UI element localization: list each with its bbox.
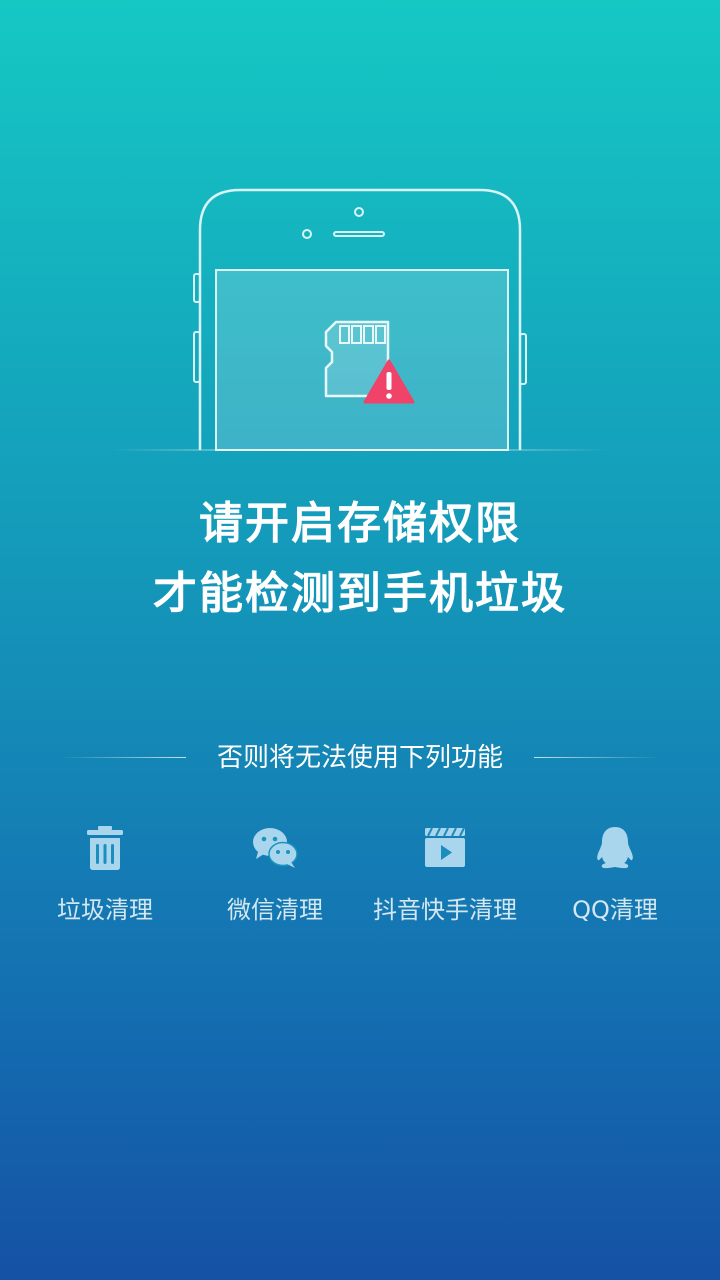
feature-wechat-clean: 微信清理 [190,818,360,938]
divider-line-right [534,757,660,758]
feature-list: 垃圾清理 微信清理 抖音快手清理 QQ清理 [0,818,720,938]
feature-label: QQ清理 [572,896,658,924]
video-icon [425,827,465,867]
feature-junk-clean: 垃圾清理 [20,818,190,938]
feature-douyin-kuaishou-clean: 抖音快手清理 [360,818,530,938]
headline-line-2: 才能检测到手机垃圾 [153,568,567,619]
divider-text: 否则将无法使用下列功能 [216,743,503,773]
feature-label: 垃圾清理 [57,896,153,924]
feature-qq-clean: QQ清理 [530,818,700,938]
storage-warning-illustration [110,188,610,451]
phone-outline [193,188,527,451]
feature-label: 微信清理 [227,896,323,924]
baseline-divider [110,449,610,451]
headline-line-1: 请开启存储权限 [199,498,521,549]
features-divider: 否则将无法使用下列功能 [0,736,720,780]
divider-line-left [60,757,186,758]
feature-label: 抖音快手清理 [373,896,517,924]
wechat-icon [253,828,298,868]
qq-penguin-icon [597,827,633,869]
trash-icon [87,826,123,870]
